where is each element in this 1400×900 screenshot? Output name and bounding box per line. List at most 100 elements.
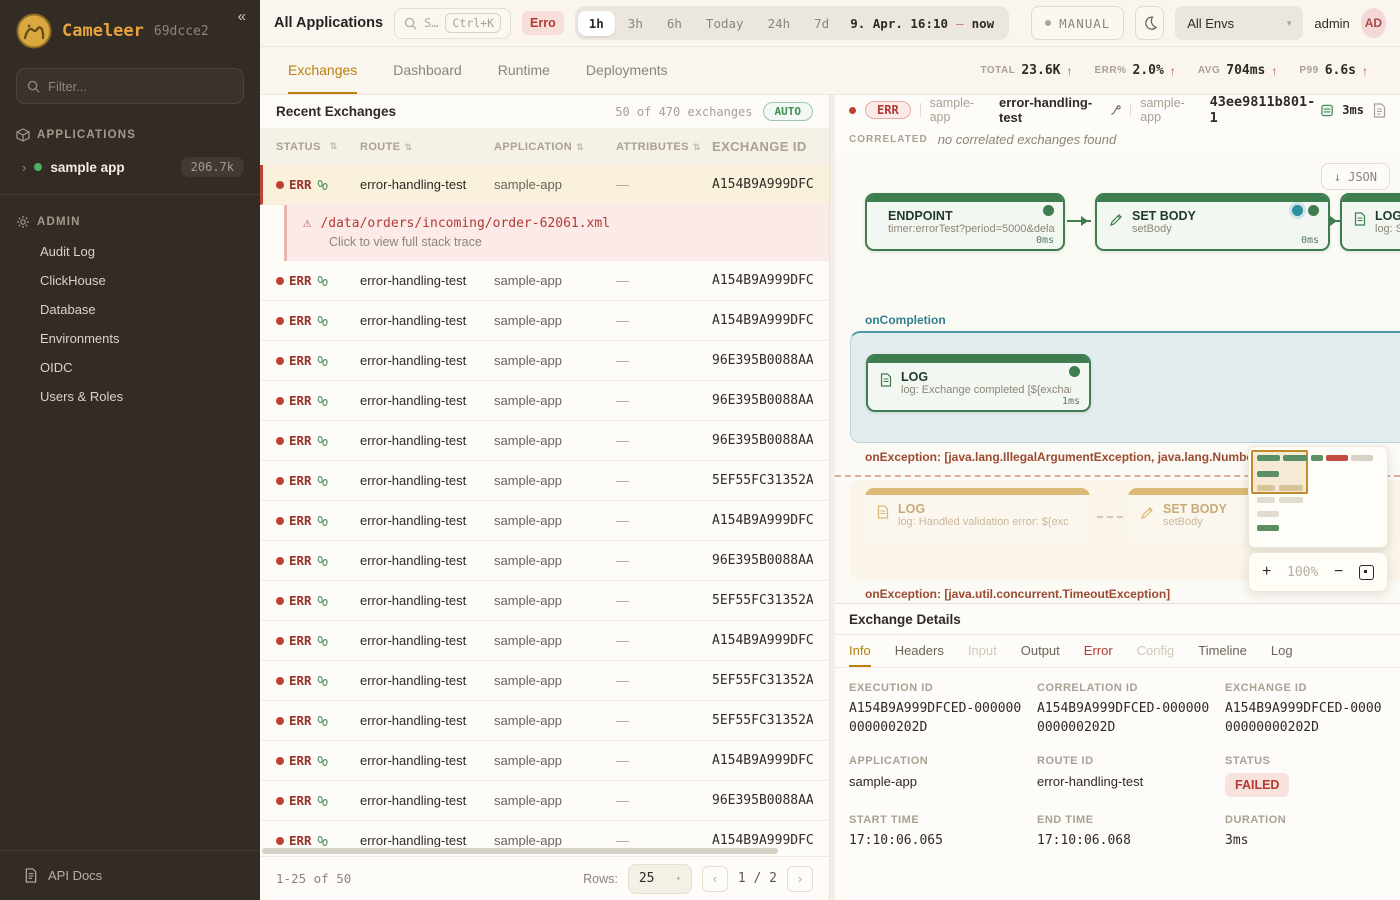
table-row[interactable]: ERR error-handling-test sample-app — 96E… <box>260 421 829 461</box>
time-range-button[interactable]: 1h <box>578 11 615 36</box>
details-tab[interactable]: Input <box>968 635 997 667</box>
route-flow-canvas[interactable]: ↓ JSON ENDPOINT timer:errorTest?period=5… <box>835 153 1400 603</box>
table-row[interactable]: ERR error-handling-test sample-app — 5EF… <box>260 701 829 741</box>
table-row[interactable]: ERR error-handling-test sample-app — A15… <box>260 621 829 661</box>
minimap-bar <box>1279 485 1303 491</box>
scrollbar-thumb[interactable] <box>262 848 778 854</box>
zoom-in-button[interactable]: + <box>1262 564 1271 580</box>
detail-route[interactable]: error-handling-test <box>999 95 1121 125</box>
route-cell: error-handling-test <box>360 473 494 488</box>
prev-page-button[interactable]: ‹ <box>702 866 728 892</box>
sidebar-admin-item[interactable]: Database <box>0 295 260 324</box>
table-row[interactable]: ERR error-handling-test sample-app — A15… <box>260 821 829 847</box>
flow-node-exception-log[interactable]: LOG log: Handled validation error: ${exc… <box>865 488 1090 544</box>
exchange-id-cell: 96E395B0088AA <box>712 393 813 408</box>
column-route[interactable]: ROUTE⇅ <box>360 141 494 153</box>
sidebar-item-sample-app[interactable]: › sample app 206.7k <box>0 150 260 184</box>
table-row[interactable]: ERR error-handling-test sample-app — 5EF… <box>260 581 829 621</box>
error-dot <box>276 181 284 189</box>
status-cell: ERR <box>276 273 360 288</box>
error-filter-chip[interactable]: Erro <box>522 11 564 35</box>
nav-tab[interactable]: Runtime <box>498 47 550 94</box>
status-cell: ERR <box>276 393 360 408</box>
collapse-sidebar-icon[interactable]: « <box>238 8 246 25</box>
details-tab[interactable]: Info <box>849 635 871 667</box>
table-row[interactable]: ERR error-handling-test sample-app — 5EF… <box>260 661 829 701</box>
next-page-button[interactable]: › <box>787 866 813 892</box>
fit-view-button[interactable] <box>1359 565 1374 580</box>
column-exchange-id[interactable]: EXCHANGE ID <box>712 139 813 154</box>
search-shortcut: Ctrl+K <box>445 13 501 33</box>
auto-refresh-badge[interactable]: AUTO <box>763 102 814 121</box>
column-status[interactable]: STATUS⇅ <box>276 141 360 153</box>
debug-dot[interactable] <box>1292 205 1303 216</box>
nav-tab[interactable]: Deployments <box>586 47 668 94</box>
column-application[interactable]: APPLICATION⇅ <box>494 141 616 153</box>
detail-exchange-id[interactable]: 43ee9811b801-1 <box>1210 94 1334 126</box>
avatar[interactable]: AD <box>1361 8 1386 38</box>
download-json-button[interactable]: ↓ JSON <box>1321 163 1390 190</box>
sidebar-admin-item[interactable]: ClickHouse <box>0 266 260 295</box>
sidebar-admin-item[interactable]: Environments <box>0 324 260 353</box>
manual-refresh-button[interactable]: MANUAL <box>1031 6 1124 40</box>
table-row[interactable]: ERR error-handling-test sample-app — 96E… <box>260 541 829 581</box>
time-range-button[interactable]: 3h <box>617 11 654 36</box>
filter-input[interactable] <box>48 79 233 94</box>
stack-trace-preview[interactable]: ⚠ /data/orders/incoming/order-62061.xml … <box>284 205 829 261</box>
table-row[interactable]: ERR error-handling-test sample-app — 5EF… <box>260 461 829 501</box>
table-row[interactable]: ERR error-handling-test sample-app — 96E… <box>260 381 829 421</box>
sidebar-admin-item[interactable]: Audit Log <box>0 237 260 266</box>
flow-minimap[interactable] <box>1248 446 1388 548</box>
nav-tab[interactable]: Exchanges <box>288 47 357 94</box>
table-row[interactable]: ERR error-handling-test sample-app — A15… <box>260 301 829 341</box>
table-row[interactable]: ERR error-handling-test sample-app — 96E… <box>260 341 829 381</box>
field-label: ROUTE ID <box>1037 755 1225 767</box>
horizontal-scrollbar[interactable] <box>260 847 829 856</box>
nav-tab[interactable]: Dashboard <box>393 47 462 94</box>
sidebar-filter[interactable] <box>16 68 244 104</box>
route-cell: error-handling-test <box>360 713 494 728</box>
node-title: LOG <box>901 370 1071 384</box>
error-dot <box>276 397 284 405</box>
details-tab[interactable]: Timeline <box>1198 635 1247 667</box>
status-label: ERR <box>289 793 312 808</box>
environment-select[interactable]: All Envs ▾ <box>1175 6 1303 40</box>
time-range-button[interactable]: Today <box>695 11 755 36</box>
page-indicator: 1 / 2 <box>738 871 777 886</box>
details-tab[interactable]: Output <box>1021 635 1060 667</box>
details-tab[interactable]: Log <box>1271 635 1293 667</box>
details-tab[interactable]: Config <box>1137 635 1175 667</box>
chevron-right-icon[interactable]: › <box>22 160 26 175</box>
time-range-button[interactable]: 6h <box>656 11 693 36</box>
date-range[interactable]: 9. Apr. 16:10 – now <box>842 16 1006 31</box>
table-body: ERR error-handling-test sample-app — A15… <box>260 165 829 847</box>
details-tab[interactable]: Error <box>1084 635 1113 667</box>
column-attributes[interactable]: ATTRIBUTES⇅ <box>616 141 712 153</box>
flow-node-completion-log[interactable]: LOG log: Exchange completed [${exchan 1m… <box>866 354 1091 412</box>
flow-node-endpoint[interactable]: ENDPOINT timer:errorTest?period=5000&del… <box>865 193 1065 251</box>
flow-node-log[interactable]: LOG log: Sta <box>1340 193 1400 251</box>
global-search[interactable]: S… Ctrl+K <box>394 8 511 39</box>
table-row[interactable]: ERR error-handling-test sample-app — A15… <box>260 741 829 781</box>
node-subtitle: setBody <box>1163 516 1227 528</box>
time-range-button[interactable]: 7d <box>803 11 840 36</box>
table-row[interactable]: ERR error-handling-test sample-app — A15… <box>260 501 829 541</box>
flow-node-set-body[interactable]: SET BODY setBody 0ms <box>1095 193 1330 251</box>
dark-mode-toggle[interactable] <box>1135 6 1164 40</box>
time-range-button[interactable]: 24h <box>757 11 802 36</box>
rows-per-page-select[interactable]: 25 ▾ <box>628 864 692 894</box>
table-row[interactable]: ERR error-handling-test sample-app — A15… <box>260 261 829 301</box>
api-docs-link[interactable]: API Docs <box>0 850 260 900</box>
table-row-selected[interactable]: ERR error-handling-test sample-app — A15… <box>260 165 829 205</box>
sidebar-admin-item[interactable]: Users & Roles <box>0 382 260 411</box>
table-row[interactable]: ERR error-handling-test sample-app — 96E… <box>260 781 829 821</box>
date-to: now <box>972 16 995 31</box>
document-icon[interactable] <box>1373 103 1386 118</box>
trend-arrow-icon: ↑ <box>1362 64 1368 78</box>
route-cell: error-handling-test <box>360 793 494 808</box>
zoom-out-button[interactable]: − <box>1334 564 1343 580</box>
on-completion-label: onCompletion <box>865 313 946 327</box>
application-cell: sample-app <box>494 633 616 648</box>
sidebar-admin-item[interactable]: OIDC <box>0 353 260 382</box>
details-tab[interactable]: Headers <box>895 635 944 667</box>
